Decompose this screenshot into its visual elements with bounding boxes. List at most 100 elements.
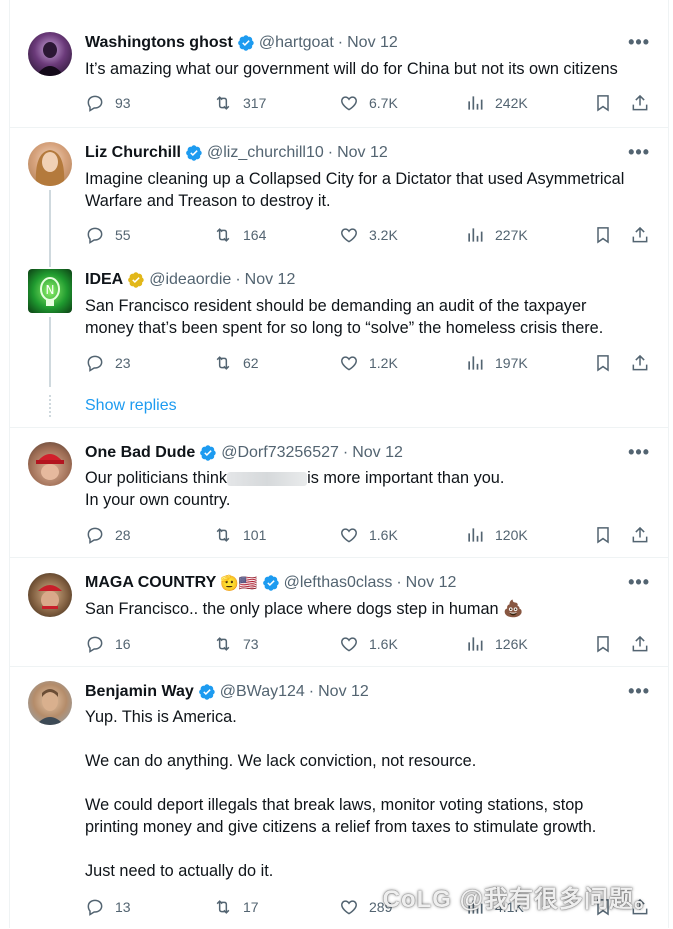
avatar-image: [35, 150, 65, 186]
repost-count: 73: [243, 636, 259, 652]
thread-connector-line: [49, 317, 51, 387]
bookmark-button[interactable]: [593, 353, 613, 373]
views-chart-icon: [468, 228, 483, 242]
reply-button[interactable]: 23: [85, 353, 131, 373]
avatar-image: [36, 42, 64, 76]
reply-count: 93: [115, 95, 131, 111]
tweet-text-line: In your own country.: [85, 491, 231, 509]
reply-icon: [87, 227, 103, 244]
like-button[interactable]: 1.2K: [339, 353, 398, 373]
repost-icon: [216, 96, 230, 110]
blurred-redaction: [227, 471, 308, 486]
show-replies-link[interactable]: Show replies: [85, 397, 177, 415]
share-button[interactable]: [630, 93, 650, 113]
views-button[interactable]: 227K: [465, 225, 528, 245]
views-button[interactable]: 120K: [465, 525, 528, 545]
like-button[interactable]: 1.6K: [339, 634, 398, 654]
more-options-icon[interactable]: •••: [628, 572, 650, 593]
tweet-text-line: [85, 838, 655, 860]
bookmark-button[interactable]: [593, 634, 613, 654]
bookmark-icon: [597, 227, 609, 244]
author-name[interactable]: Washingtons ghost: [85, 34, 233, 52]
repost-button[interactable]: 62: [213, 353, 259, 373]
author-handle[interactable]: @Dorf73256527: [221, 444, 339, 462]
more-options-icon[interactable]: •••: [628, 681, 650, 702]
author-name[interactable]: MAGA COUNTRY: [85, 574, 216, 592]
avatar-image: [36, 454, 64, 480]
tweet-date[interactable]: Nov 12: [406, 574, 457, 592]
separator: ·: [337, 34, 344, 51]
heart-icon: [341, 528, 357, 543]
verified-badge-icon[interactable]: [262, 574, 280, 592]
tweet-date[interactable]: Nov 12: [337, 144, 388, 162]
share-button[interactable]: [630, 353, 650, 373]
avatar[interactable]: [28, 32, 72, 76]
tweet-date[interactable]: Nov 12: [347, 34, 398, 52]
tweet-2[interactable]: Liz Churchill @liz_churchill10 · Nov 12 …: [9, 127, 668, 256]
reply-button[interactable]: 13: [85, 897, 131, 917]
repost-button[interactable]: 317: [213, 93, 266, 113]
bookmark-icon: [597, 95, 609, 112]
author-handle[interactable]: @ideaordie: [149, 271, 231, 289]
timeline-right-border: [668, 0, 669, 928]
repost-button[interactable]: 73: [213, 634, 259, 654]
avatar[interactable]: [28, 442, 72, 486]
reply-button[interactable]: 28: [85, 525, 131, 545]
share-button[interactable]: [630, 634, 650, 654]
author-name[interactable]: IDEA: [85, 271, 123, 289]
tweet-text-line: Warfare and Treason to destroy it.: [85, 192, 331, 210]
more-options-icon[interactable]: •••: [628, 32, 650, 53]
verified-gold-badge-icon[interactable]: [127, 271, 145, 289]
tweet-text-line: Imagine cleaning up a Collapsed City for…: [85, 170, 625, 188]
tweet-date[interactable]: Nov 12: [245, 271, 296, 289]
heart-icon: [341, 356, 357, 371]
views-button[interactable]: 197K: [465, 353, 528, 373]
avatar[interactable]: [28, 573, 72, 617]
like-button[interactable]: 1.6K: [339, 525, 398, 545]
author-name[interactable]: Liz Churchill: [85, 144, 181, 162]
tweet-actions: 28 101 1.6K 120K: [85, 524, 655, 546]
repost-button[interactable]: 101: [213, 525, 266, 545]
separator: ·: [308, 683, 315, 700]
tweet-5[interactable]: MAGA COUNTRY 🫡🇺🇸 @lefthas0class · Nov 12…: [9, 557, 668, 667]
tweet-text-line: We can do anything. We lack conviction, …: [85, 752, 477, 770]
author-handle[interactable]: @BWay124: [220, 683, 305, 701]
like-button[interactable]: 3.2K: [339, 225, 398, 245]
author-handle[interactable]: @lefthas0class: [284, 574, 393, 592]
bookmark-button[interactable]: [593, 225, 613, 245]
tweet-header: IDEA @ideaordie · Nov 12: [85, 271, 295, 289]
repost-icon: [216, 637, 230, 651]
author-handle[interactable]: @hartgoat: [259, 34, 334, 52]
author-handle[interactable]: @liz_churchill10: [207, 144, 324, 162]
more-options-icon[interactable]: •••: [628, 442, 650, 463]
avatar[interactable]: N: [28, 269, 72, 313]
bookmark-icon: [597, 527, 609, 544]
avatar[interactable]: [28, 681, 72, 725]
reply-button[interactable]: 55: [85, 225, 131, 245]
verified-badge-icon[interactable]: [185, 144, 203, 162]
avatar[interactable]: [28, 142, 72, 186]
bookmark-button[interactable]: [593, 93, 613, 113]
bookmark-button[interactable]: [593, 525, 613, 545]
tweet-1[interactable]: Washingtons ghost @hartgoat · Nov 12 •••…: [9, 0, 668, 127]
author-name[interactable]: One Bad Dude: [85, 444, 195, 462]
share-button[interactable]: [630, 225, 650, 245]
views-button[interactable]: 126K: [465, 634, 528, 654]
verified-badge-icon[interactable]: [237, 34, 255, 52]
tweet-date[interactable]: Nov 12: [352, 444, 403, 462]
tweet-4[interactable]: One Bad Dude @Dorf73256527 · Nov 12 ••• …: [9, 427, 668, 558]
author-name[interactable]: Benjamin Way: [85, 683, 194, 701]
verified-badge-icon[interactable]: [199, 444, 217, 462]
reply-button[interactable]: 16: [85, 634, 131, 654]
views-button[interactable]: 242K: [465, 93, 528, 113]
verified-badge-icon[interactable]: [198, 683, 216, 701]
like-button[interactable]: 6.7K: [339, 93, 398, 113]
tweet-text-fragment: is more important than you.: [307, 469, 505, 487]
share-button[interactable]: [630, 525, 650, 545]
tweet-date[interactable]: Nov 12: [318, 683, 369, 701]
more-options-icon[interactable]: •••: [628, 142, 650, 163]
repost-button[interactable]: 164: [213, 225, 266, 245]
reply-button[interactable]: 93: [85, 93, 131, 113]
repost-button[interactable]: 17: [213, 897, 259, 917]
tweet-3[interactable]: N IDEA @ideaordie · Nov 12 San Francisco…: [9, 255, 668, 427]
